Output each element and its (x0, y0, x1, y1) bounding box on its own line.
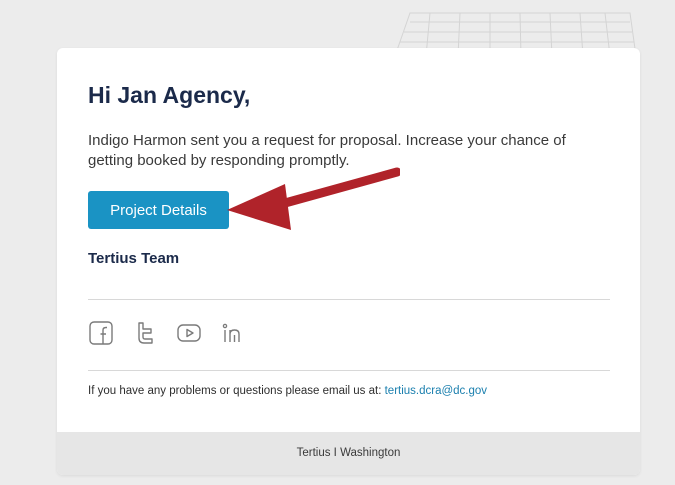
email-viewer: Hi Jan Agency, Indigo Harmon sent you a … (0, 0, 675, 485)
greeting-heading: Hi Jan Agency, (88, 82, 251, 108)
divider (88, 370, 610, 371)
signature: Tertius Team (88, 250, 180, 267)
project-details-button[interactable]: Project Details (88, 191, 229, 229)
annotation-arrow (227, 167, 400, 230)
email-card: Hi Jan Agency, Indigo Harmon sent you a … (57, 48, 640, 475)
facebook-icon[interactable] (88, 320, 114, 346)
support-contact-line: If you have any problems or questions pl… (88, 385, 487, 397)
youtube-icon[interactable] (176, 320, 202, 346)
contact-text: If you have any problems or questions pl… (88, 385, 385, 397)
rfp-message: Indigo Harmon sent you a request for pro… (88, 132, 566, 169)
email-footer: Tertius I Washington (57, 432, 640, 475)
divider (88, 299, 610, 300)
twitter-icon[interactable] (132, 320, 158, 346)
linkedin-icon[interactable] (220, 320, 246, 346)
social-links (88, 319, 246, 347)
contact-email-link[interactable]: tertius.dcra@dc.gov (385, 385, 487, 397)
